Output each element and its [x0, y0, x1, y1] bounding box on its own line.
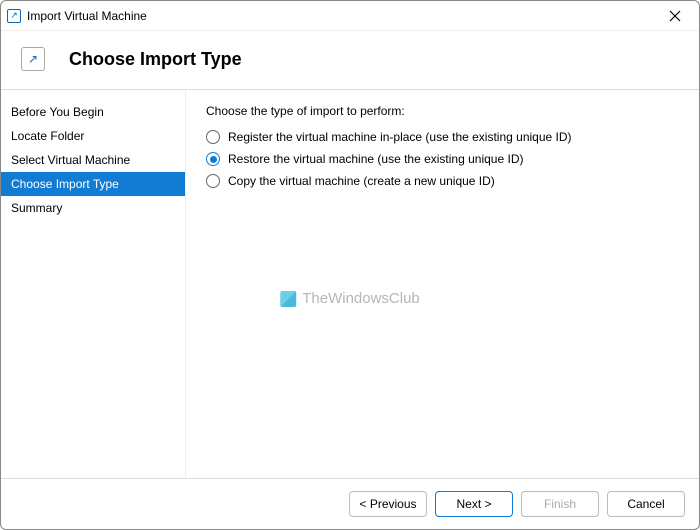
content-area: Before You Begin Locate Folder Select Vi… [1, 90, 699, 478]
option-copy[interactable]: Copy the virtual machine (create a new u… [206, 174, 679, 188]
main-panel: Choose the type of import to perform: Re… [186, 90, 699, 478]
instruction-text: Choose the type of import to perform: [206, 104, 679, 118]
previous-button[interactable]: < Previous [349, 491, 427, 517]
option-label: Register the virtual machine in-place (u… [228, 130, 572, 144]
option-restore[interactable]: Restore the virtual machine (use the exi… [206, 152, 679, 166]
wizard-window: ↗ Import Virtual Machine ↗ Choose Import… [0, 0, 700, 530]
sidebar-item-locate-folder[interactable]: Locate Folder [1, 124, 185, 148]
close-button[interactable] [657, 2, 693, 30]
app-icon: ↗ [7, 9, 21, 23]
sidebar-item-select-vm[interactable]: Select Virtual Machine [1, 148, 185, 172]
option-label: Copy the virtual machine (create a new u… [228, 174, 495, 188]
wizard-steps-sidebar: Before You Begin Locate Folder Select Vi… [1, 90, 186, 478]
sidebar-item-summary[interactable]: Summary [1, 196, 185, 220]
window-title: Import Virtual Machine [27, 9, 147, 23]
cancel-button[interactable]: Cancel [607, 491, 685, 517]
sidebar-item-choose-import-type[interactable]: Choose Import Type [1, 172, 185, 196]
radio-icon [206, 174, 220, 188]
next-button[interactable]: Next > [435, 491, 513, 517]
page-title: Choose Import Type [69, 49, 242, 70]
finish-button: Finish [521, 491, 599, 517]
import-icon: ↗ [21, 47, 45, 71]
close-icon [669, 10, 681, 22]
wizard-header: ↗ Choose Import Type [1, 31, 699, 90]
sidebar-item-before-you-begin[interactable]: Before You Begin [1, 100, 185, 124]
button-bar: < Previous Next > Finish Cancel [1, 478, 699, 529]
radio-icon [206, 152, 220, 166]
titlebar: ↗ Import Virtual Machine [1, 1, 699, 31]
option-register-inplace[interactable]: Register the virtual machine in-place (u… [206, 130, 679, 144]
option-label: Restore the virtual machine (use the exi… [228, 152, 523, 166]
radio-icon [206, 130, 220, 144]
